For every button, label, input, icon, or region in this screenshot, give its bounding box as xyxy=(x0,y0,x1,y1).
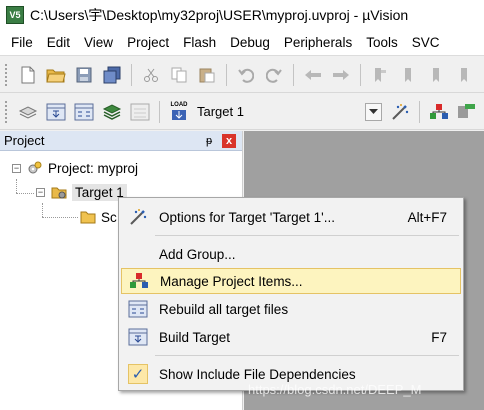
menu-view[interactable]: View xyxy=(77,35,120,50)
menu-item-options-for-target[interactable]: Options for Target 'Target 1'... Alt+F7 xyxy=(121,204,461,230)
check-box: ✓ xyxy=(128,364,148,384)
undo-icon[interactable] xyxy=(235,64,257,86)
group-node-label: Sc xyxy=(101,209,117,225)
chevron-down-icon xyxy=(369,108,378,114)
toolbar-separator xyxy=(226,63,227,86)
target-select-value[interactable]: Target 1 xyxy=(197,104,357,119)
pin-icon[interactable]: ᵽ xyxy=(202,134,216,148)
tree-guide-line xyxy=(42,203,43,217)
manage-project-items-icon xyxy=(128,270,150,292)
tree-node-target[interactable]: − Target 1 xyxy=(36,181,127,203)
open-folder-icon[interactable] xyxy=(45,64,67,86)
new-file-icon[interactable] xyxy=(17,64,39,86)
menu-item-shortcut: F7 xyxy=(431,329,447,345)
menu-separator xyxy=(155,355,459,356)
empty-icon-slot xyxy=(127,243,149,265)
magic-wand-icon xyxy=(127,206,149,228)
rebuild-icon[interactable] xyxy=(73,101,95,123)
menu-item-add-group[interactable]: Add Group... xyxy=(121,241,461,267)
collapse-toggle[interactable]: − xyxy=(36,187,45,197)
menu-svcs[interactable]: SVC xyxy=(405,35,447,50)
file-toolbar xyxy=(0,57,484,93)
close-icon[interactable]: x xyxy=(222,133,236,148)
target-folder-icon xyxy=(51,187,67,199)
toolbar-separator xyxy=(159,100,160,123)
uvision-app-icon[interactable]: V5 xyxy=(6,6,24,24)
bookmark-prev-icon[interactable] xyxy=(397,64,419,86)
project-node-label: Project: myproj xyxy=(48,160,139,176)
menu-item-label: Options for Target 'Target 1'... xyxy=(159,209,335,225)
build-toolbar: LOAD Target 1 xyxy=(0,94,484,130)
window-title: C:\Users\宇\Desktop\my32proj\USER\myproj.… xyxy=(30,7,409,23)
manage-project-items-icon[interactable] xyxy=(428,101,450,123)
target-dropdown-button[interactable] xyxy=(365,102,382,121)
rebuild-icon xyxy=(127,298,149,320)
toolbar-separator xyxy=(419,100,420,123)
options-for-target-icon[interactable] xyxy=(389,101,411,123)
tree-guide-line xyxy=(16,179,17,193)
bookmark-next-icon[interactable] xyxy=(425,64,447,86)
paste-icon[interactable] xyxy=(196,64,218,86)
menu-item-manage-project-items[interactable]: Manage Project Items... xyxy=(121,268,461,294)
checkmark-icon: ✓ xyxy=(127,363,149,385)
project-panel-header: Project ᵽ x xyxy=(0,131,242,151)
menu-item-shortcut: Alt+F7 xyxy=(407,209,447,225)
toolbar-separator xyxy=(293,63,294,86)
stop-build-icon[interactable] xyxy=(129,101,151,123)
watermark: https://blog.csdn.net/DEEP_M xyxy=(248,382,422,397)
copy-icon[interactable] xyxy=(168,64,190,86)
menu-file[interactable]: File xyxy=(4,35,40,50)
cut-icon[interactable] xyxy=(140,64,162,86)
project-gear-icon xyxy=(28,161,42,174)
bookmark-icon[interactable] xyxy=(369,64,391,86)
menu-item-label: Manage Project Items... xyxy=(160,273,303,289)
menu-peripherals[interactable]: Peripherals xyxy=(277,35,359,50)
menu-project[interactable]: Project xyxy=(120,35,176,50)
save-all-icon[interactable] xyxy=(101,64,123,86)
menu-tools[interactable]: Tools xyxy=(359,35,405,50)
menu-edit[interactable]: Edit xyxy=(40,35,77,50)
tree-guide-line xyxy=(42,217,78,218)
context-menu: Options for Target 'Target 1'... Alt+F7 … xyxy=(118,197,464,391)
build-icon xyxy=(127,326,149,348)
tree-node-group[interactable]: Sc xyxy=(80,206,117,228)
save-icon[interactable] xyxy=(73,64,95,86)
menu-separator xyxy=(155,235,459,236)
translate-icon[interactable] xyxy=(17,101,39,123)
batch-build-icon[interactable] xyxy=(101,101,123,123)
menu-item-label: Build Target xyxy=(159,329,231,345)
download-icon[interactable]: LOAD xyxy=(168,101,190,123)
tree-guide-line xyxy=(16,193,34,194)
toolbar-grip[interactable] xyxy=(4,62,8,87)
tree-node-project[interactable]: − Project: myproj xyxy=(12,157,138,179)
menu-item-rebuild-all[interactable]: Rebuild all target files xyxy=(121,296,461,322)
menu-item-label: Rebuild all target files xyxy=(159,301,289,317)
project-panel-title: Project xyxy=(4,133,45,148)
menu-item-build-target[interactable]: Build Target F7 xyxy=(121,324,461,350)
nav-forward-icon[interactable] xyxy=(330,64,352,86)
select-packs-icon[interactable] xyxy=(456,101,478,123)
menu-bar: File Edit View Project Flash Debug Perip… xyxy=(0,30,484,56)
toolbar-separator xyxy=(131,63,132,86)
redo-icon[interactable] xyxy=(263,64,285,86)
folder-icon xyxy=(80,211,96,224)
title-bar: V5 C:\Users\宇\Desktop\my32proj\USER\mypr… xyxy=(0,0,484,30)
nav-back-icon[interactable] xyxy=(302,64,324,86)
load-label: LOAD xyxy=(170,102,188,108)
toolbar-separator xyxy=(360,63,361,86)
collapse-toggle[interactable]: − xyxy=(12,163,21,173)
menu-item-label: Add Group... xyxy=(159,246,236,262)
menu-item-label: Show Include File Dependencies xyxy=(159,366,356,382)
toolbar-grip[interactable] xyxy=(4,99,8,124)
menu-flash[interactable]: Flash xyxy=(176,35,223,50)
build-icon[interactable] xyxy=(45,101,67,123)
bookmark-clear-icon[interactable] xyxy=(453,64,475,86)
menu-debug[interactable]: Debug xyxy=(223,35,277,50)
